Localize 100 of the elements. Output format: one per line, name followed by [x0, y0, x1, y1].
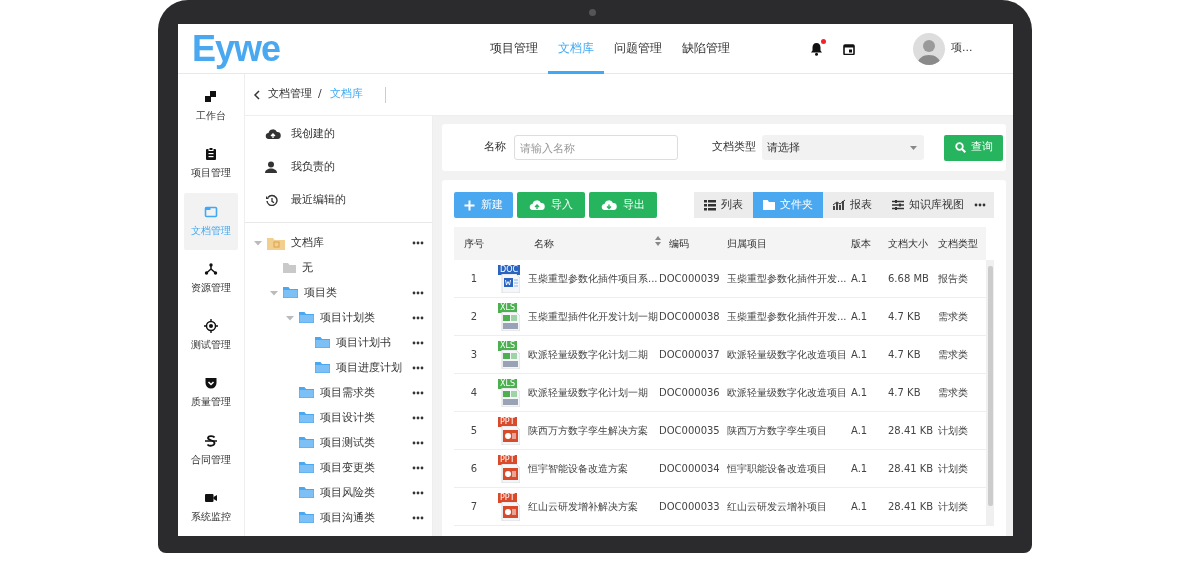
- strikethrough-s-icon: [204, 433, 218, 448]
- field-label: 文档类型: [712, 139, 756, 156]
- name-input[interactable]: 请输入名称: [514, 135, 678, 160]
- folder-icon: [283, 262, 296, 273]
- breadcrumb-link[interactable]: 文档管理: [268, 86, 312, 103]
- history-icon: [265, 193, 279, 206]
- cloud-upload-icon: [265, 127, 281, 140]
- folder-icon: [315, 337, 330, 348]
- sidebar-item[interactable]: 资源管理: [184, 249, 238, 307]
- table-cell-text: 需求类: [938, 386, 969, 400]
- tree-node[interactable]: 项目沟通类: [245, 505, 432, 530]
- quick-filter-item[interactable]: 我创建的: [245, 117, 432, 150]
- tree-node[interactable]: 项目风险类: [245, 480, 432, 505]
- tree-node[interactable]: 无: [245, 255, 432, 280]
- target-icon: [204, 319, 218, 334]
- column-header: 文档大小: [888, 237, 929, 251]
- sidebar-item[interactable]: 质量管理: [184, 364, 238, 422]
- folder-icon: [299, 512, 314, 523]
- table-cell-text: 28.41 KB: [888, 500, 935, 514]
- more-icon: [412, 490, 424, 495]
- file-type-badge: PPT: [498, 454, 517, 465]
- table-cell-text: A.1: [851, 462, 869, 476]
- quick-filter-item[interactable]: 最近编辑的: [245, 183, 432, 216]
- view-tab[interactable]: 列表: [694, 192, 753, 218]
- avatar[interactable]: [913, 32, 946, 65]
- document-name-link[interactable]: 欧派轻量级数字化计划二期: [528, 347, 648, 362]
- table-cell-text: 4.7 KB: [888, 386, 922, 400]
- plus-icon: [464, 199, 475, 211]
- scrollbar-thumb[interactable]: [987, 266, 993, 506]
- logo: Eywe: [192, 30, 281, 67]
- table-cell-text: 报告类: [938, 272, 969, 286]
- tree-node[interactable]: 文档库: [245, 230, 432, 255]
- sidebar-item[interactable]: 项目管理: [184, 135, 238, 193]
- tree-node[interactable]: 项目类: [245, 280, 432, 305]
- folder-icon: [299, 487, 314, 498]
- document-name-link[interactable]: 玉柴重型参数化插件项目系...: [528, 271, 658, 286]
- column-header: 序号: [463, 237, 485, 251]
- table-cell-text: DOC000039: [659, 272, 721, 286]
- file-type-badge: XLS: [498, 302, 517, 313]
- sidebar-item[interactable]: 系统监控: [184, 478, 238, 536]
- clipboard-icon: [204, 147, 218, 162]
- view-tab[interactable]: 知识库视图: [882, 192, 974, 218]
- table-cell-text: 1: [469, 272, 479, 286]
- table-cell-text: 4: [469, 386, 479, 400]
- table-cell-text: 4.7 KB: [888, 348, 922, 362]
- file-type-badge: XLS: [498, 340, 517, 351]
- back-chevron-icon: [253, 89, 260, 100]
- more-icon: [412, 240, 424, 245]
- nav-tab[interactable]: 问题管理: [604, 24, 673, 74]
- camera-dot: [589, 9, 596, 16]
- sidebar-item[interactable]: 测试管理: [184, 307, 238, 365]
- nav-tab[interactable]: 缺陷管理: [672, 24, 741, 74]
- more-icon: [412, 515, 424, 520]
- table-cell-text: 计划类: [938, 500, 969, 514]
- table-cell-text: 28.41 KB: [888, 424, 935, 438]
- more-icon: [412, 440, 424, 445]
- document-name-link[interactable]: 玉柴重型插件化开发计划一期: [528, 309, 658, 324]
- folder-icon: [299, 387, 314, 398]
- folder-icon: [315, 362, 330, 373]
- more-icon: [412, 415, 424, 420]
- quick-filter-item[interactable]: 我负责的: [245, 150, 432, 183]
- more-icon: [412, 290, 424, 295]
- type-select[interactable]: 请选择: [762, 135, 924, 160]
- table-cell-text: 红山云研发云增补项目: [727, 500, 828, 514]
- tree-node[interactable]: 项目设计类: [245, 405, 432, 430]
- table-cell-text: 玉柴重型参数化插件开发...: [727, 272, 848, 286]
- table-cell-text: A.1: [851, 272, 869, 286]
- table-cell-text: A.1: [851, 348, 869, 362]
- folder-icon: [763, 199, 775, 211]
- table-cell-text: 欧派轻量级数字化改造项目: [727, 348, 848, 362]
- sidebar-item[interactable]: 合同管理: [184, 421, 238, 479]
- table-cell-text: A.1: [851, 310, 869, 324]
- tree-node[interactable]: 项目进度计划: [245, 355, 432, 380]
- more-icon: [412, 365, 424, 370]
- bar-chart-icon: [833, 199, 845, 211]
- column-header: 文档类型: [938, 237, 979, 251]
- document-name-link[interactable]: 陕西万方数字孪生解决方案: [528, 423, 648, 438]
- folder-icon: [299, 412, 314, 423]
- table-cell-text: DOC000035: [659, 424, 721, 438]
- table-cell-text: 欧派轻量级数字化改造项目: [727, 386, 848, 400]
- table-cell-text: 需求类: [938, 310, 969, 324]
- tree-node[interactable]: 项目需求类: [245, 380, 432, 405]
- nav-tab[interactable]: 项目管理: [480, 24, 549, 74]
- tree-node[interactable]: 项目测试类: [245, 430, 432, 455]
- more-icon: [412, 465, 424, 470]
- tree-node[interactable]: 项目计划类: [245, 305, 432, 330]
- table-cell-text: 恒宇职能设备改造项目: [727, 462, 828, 476]
- user-name[interactable]: 项...: [951, 40, 973, 57]
- column-header: 归属项目: [727, 237, 768, 251]
- document-name-link[interactable]: 红山云研发增补解决方案: [528, 499, 638, 514]
- tree-node[interactable]: 项目计划书: [245, 330, 432, 355]
- document-name-link[interactable]: 恒宇智能设备改造方案: [528, 461, 628, 476]
- user-icon: [265, 160, 277, 173]
- tree-node[interactable]: 项目变更类: [245, 455, 432, 480]
- document-name-link[interactable]: 欧派轻量级数字化计划一期: [528, 385, 648, 400]
- table-cell-text: A.1: [851, 386, 869, 400]
- table-cell-text: DOC000034: [659, 462, 721, 476]
- view-tab[interactable]: 报表: [823, 192, 882, 218]
- more-icon: [412, 315, 424, 320]
- sidebar-item[interactable]: 工作台: [184, 78, 238, 136]
